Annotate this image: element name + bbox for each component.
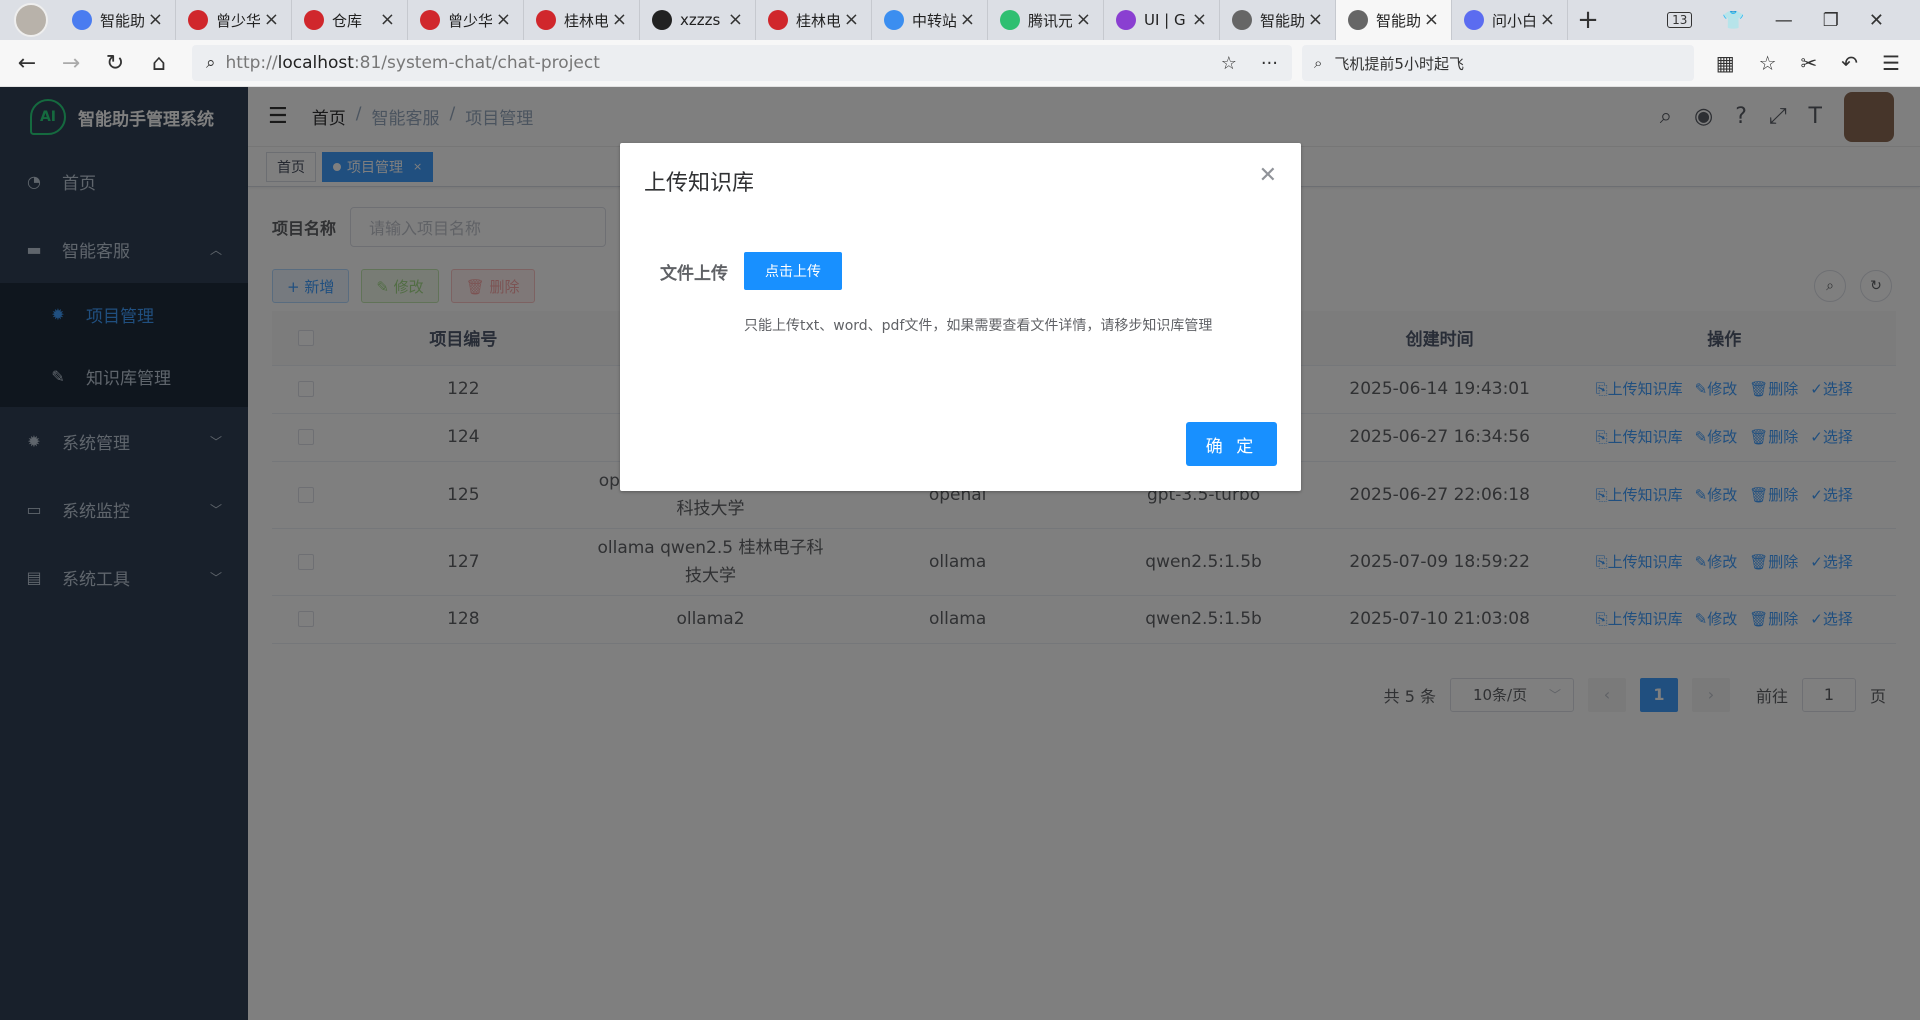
browser-tab[interactable]: 问小白 × (1452, 0, 1568, 40)
gitee-icon (420, 10, 440, 30)
restore-icon[interactable]: ❐ (1823, 10, 1839, 31)
gitee-icon (536, 10, 556, 30)
browser-tab[interactable]: 桂林电 × (524, 0, 640, 40)
browser-tab[interactable]: UI | G × (1104, 0, 1220, 40)
tab-close-icon[interactable]: × (960, 9, 975, 30)
browser-tab[interactable]: 中转站 × (872, 0, 988, 40)
tab-label: 桂林电 (564, 11, 608, 30)
browser-profile-avatar[interactable] (14, 3, 48, 37)
search-text: 飞机提前5小时起飞 (1334, 54, 1464, 73)
github-icon (652, 10, 672, 30)
globe-icon (1232, 10, 1252, 30)
browser-search-field[interactable]: ⌕ 飞机提前5小时起飞 (1302, 45, 1694, 81)
confirm-button[interactable]: 确 定 (1186, 422, 1277, 466)
tab-label: 智能助 (1376, 11, 1420, 30)
reload-icon[interactable]: ↻ (98, 51, 132, 76)
browser-tab[interactable]: 智能助 × (60, 0, 176, 40)
minimize-icon[interactable]: — (1775, 10, 1793, 31)
close-window-icon[interactable]: ✕ (1869, 10, 1884, 31)
close-icon[interactable]: ✕ (1259, 163, 1277, 188)
back-icon[interactable]: ← (10, 51, 44, 76)
chrome-icon (884, 10, 904, 30)
browser-addressbar: ← → ↻ ⌂ ⌕ http://localhost:81/system-cha… (0, 40, 1920, 87)
upload-kb-dialog: 上传知识库 ✕ 文件上传 点击上传 只能上传txt、word、pdf文件，如果需… (620, 143, 1301, 491)
dialog-title: 上传知识库 (644, 171, 755, 196)
yuanbao-icon (1000, 10, 1020, 30)
browser-tab[interactable]: 智能助 × (1336, 0, 1452, 40)
tab-close-icon[interactable]: × (496, 9, 511, 30)
home-icon[interactable]: ⌂ (142, 51, 176, 76)
globe-icon (1348, 10, 1368, 30)
favorites-icon[interactable]: ☆ (1759, 51, 1777, 75)
more-dots-icon[interactable]: ··· (1261, 53, 1278, 74)
browser-tab[interactable]: 腾讯元 × (988, 0, 1104, 40)
url-text: http://localhost:81/system-chat/chat-pro… (225, 53, 600, 73)
tab-label: 曾少华 (448, 11, 492, 30)
tab-close-icon[interactable]: × (1192, 9, 1207, 30)
tab-close-icon[interactable]: × (380, 9, 395, 30)
tab-close-icon[interactable]: × (728, 9, 743, 30)
tab-label: 中转站 (912, 11, 956, 30)
gitee-icon (188, 10, 208, 30)
tab-close-icon[interactable]: × (264, 9, 279, 30)
tab-close-icon[interactable]: × (1540, 9, 1555, 30)
browser-tab[interactable]: xzzzs × (640, 0, 756, 40)
tab-close-icon[interactable]: × (148, 9, 163, 30)
browser-tab[interactable]: 曾少华 × (176, 0, 292, 40)
new-tab-button[interactable]: + (1568, 5, 1608, 35)
tab-label: 曾少华 (216, 11, 260, 30)
shield-icon (1116, 10, 1136, 30)
tab-label: 仓库 (332, 11, 363, 30)
tab-label: 智能助 (100, 11, 144, 30)
upload-tip: 只能上传txt、word、pdf文件，如果需要查看文件详情，请移步知识库管理 (744, 318, 1213, 334)
menu-icon[interactable]: ☰ (1882, 51, 1900, 75)
tab-close-icon[interactable]: × (844, 9, 859, 30)
tab-label: 腾讯元 (1028, 11, 1072, 30)
search-icon: ⌕ (206, 53, 216, 73)
tab-count-badge[interactable]: 13 (1667, 12, 1693, 28)
gitee-icon (768, 10, 788, 30)
apps-grid-icon[interactable]: ▦ (1716, 51, 1735, 75)
tab-close-icon[interactable]: × (612, 9, 627, 30)
browser-tab[interactable]: 曾少华 × (408, 0, 524, 40)
tab-close-icon[interactable]: × (1308, 9, 1323, 30)
file-upload-label: 文件上传 (660, 264, 728, 284)
shirt-icon[interactable]: 👕 (1722, 10, 1744, 31)
tab-label: 桂林电 (796, 11, 840, 30)
tab-label: 问小白 (1492, 11, 1536, 30)
upload-button[interactable]: 点击上传 (744, 252, 842, 290)
tab-label: UI | G (1144, 11, 1186, 29)
gitee-icon (304, 10, 324, 30)
search-icon: ⌕ (1314, 54, 1323, 72)
tab-close-icon[interactable]: × (1076, 9, 1091, 30)
browser-tab[interactable]: 仓库 × (292, 0, 408, 40)
tab-label: xzzzs (680, 11, 721, 29)
forward-icon[interactable]: → (54, 51, 88, 76)
robot-icon (72, 10, 92, 30)
undo-icon[interactable]: ↶ (1841, 51, 1858, 75)
tab-label: 智能助 (1260, 11, 1304, 30)
browser-tab[interactable]: 智能助 × (1220, 0, 1336, 40)
tab-close-icon[interactable]: × (1424, 9, 1439, 30)
browser-tab[interactable]: 桂林电 × (756, 0, 872, 40)
browser-tabbar: 智能助 × 曾少华 × 仓库 × 曾少华 × 桂林电 × xzzzs × 桂林电 × 中转站 × 腾讯元 × UI … (0, 0, 1920, 40)
url-field[interactable]: ⌕ http://localhost:81/system-chat/chat-p… (192, 45, 1292, 81)
bookmark-star-icon[interactable]: ☆ (1221, 53, 1237, 74)
chat-icon (1464, 10, 1484, 30)
scissors-icon[interactable]: ✂ (1801, 51, 1818, 75)
